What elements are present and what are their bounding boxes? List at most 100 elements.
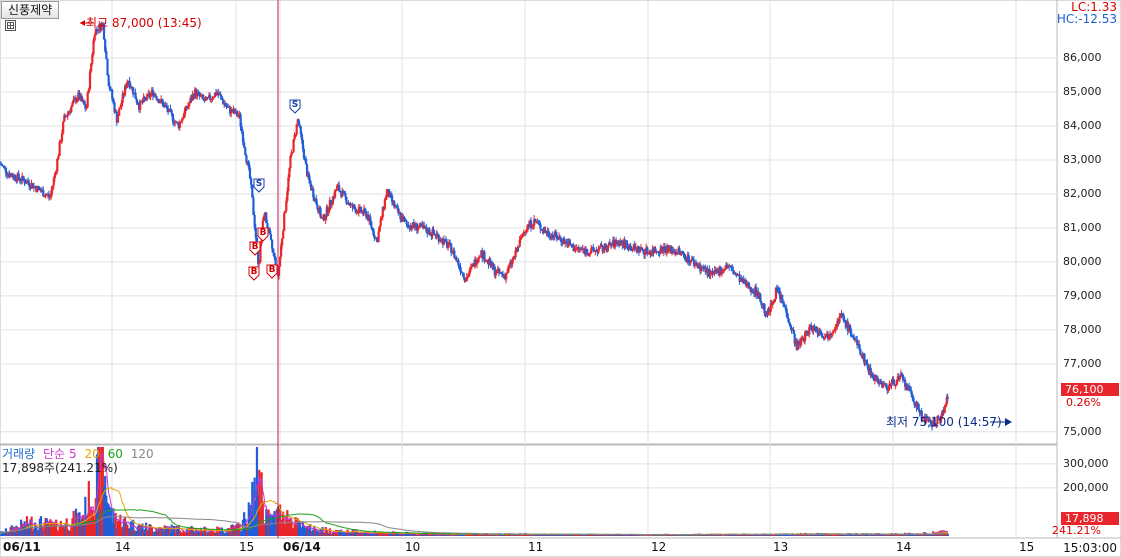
volume-tick-label: 200,000 [1063, 480, 1109, 494]
price-tick-label: 77,000 [1063, 356, 1102, 370]
legend-ma120[interactable]: 120 [131, 447, 154, 461]
price-tick-label: 81,000 [1063, 220, 1102, 234]
candle-body [586, 249, 589, 254]
price-tick-label: 78,000 [1063, 322, 1102, 336]
price-tick-label: 80,000 [1063, 254, 1102, 268]
candle-body [912, 397, 915, 402]
candle-body [212, 97, 215, 99]
candle-body [615, 239, 618, 243]
buy-marker-label: B [252, 242, 259, 252]
candle-body [859, 348, 862, 355]
candle-body [405, 220, 408, 225]
candle-body [118, 108, 121, 116]
volume-legend[interactable]: 거래량 단순 5 20 60 120 [2, 448, 158, 461]
price-tick-label: 84,000 [1063, 119, 1102, 132]
volume-panel [0, 444, 1058, 539]
candle-body [272, 248, 275, 253]
time-axis [0, 537, 1121, 557]
candle-body [62, 121, 65, 134]
current-price-badge: 76,100 [1061, 383, 1119, 396]
candle-body [344, 192, 347, 197]
candle-body [505, 273, 508, 280]
candle-body [890, 382, 893, 386]
candle-body [383, 199, 386, 210]
candle-body [763, 304, 766, 314]
legend-ma20[interactable]: 20 [85, 447, 100, 461]
candle-body [88, 71, 92, 90]
chart-canvas[interactable]: SBBB BS [0, 0, 1121, 557]
grid-toggle-icon[interactable] [5, 20, 16, 31]
volume-value: 17,898주(241.21%) [2, 461, 118, 475]
high-annotation: 최고 87,000 (13:45) [86, 16, 202, 30]
price-change-label: 0.26% [1066, 396, 1101, 409]
date-tick-label: 12 [651, 540, 667, 554]
sell-marker-label: S [256, 179, 262, 189]
price-tick-label: 85,000 [1063, 85, 1102, 99]
price-tick-label: 79,000 [1063, 288, 1102, 302]
date-tick-label: 14 [896, 540, 912, 554]
candle-body [282, 230, 285, 239]
candle-body [298, 124, 301, 127]
candle-body [871, 373, 874, 379]
date-tick-label: 06/11 [3, 540, 41, 554]
time-label: 15:03:00 [1063, 541, 1117, 555]
buy-marker-label: B [260, 228, 267, 238]
candle-body [302, 149, 306, 159]
price-tick-label: 75,000 [1063, 424, 1102, 438]
candle-body [370, 221, 373, 228]
candle-body [105, 51, 108, 60]
sell-marker-label: S [292, 100, 298, 110]
candle-body [57, 155, 60, 159]
buy-marker-label: B [251, 267, 258, 277]
volume-change-label: 241.21% [1052, 524, 1101, 537]
candle-body [416, 228, 420, 231]
candle-body [106, 59, 109, 76]
candle-body [808, 327, 811, 335]
date-tick-label: 11 [528, 540, 544, 554]
price-tick-label: 83,000 [1063, 152, 1102, 166]
candle-body [281, 238, 284, 246]
hc-label: HC:-12.53 [1056, 12, 1117, 26]
candle-body [494, 273, 497, 276]
date-tick-label: 15 [239, 540, 255, 554]
candle-body [327, 210, 330, 214]
chart-root: SBBBBS 신풍제약 LC:1.33 HC:-12.53 최고 87,000 … [0, 0, 1121, 557]
low-annotation: 최저 75,100 (14:57) [886, 415, 1002, 429]
legend-volume[interactable]: 거래량 [2, 447, 35, 461]
candle-body [93, 35, 96, 41]
candle-body [56, 158, 59, 172]
candle-body [92, 40, 95, 55]
date-tick-label: 14 [115, 540, 131, 554]
candle-body [539, 223, 542, 230]
candle-body [590, 247, 593, 253]
stock-name-tab[interactable]: 신풍제약 [1, 1, 60, 19]
date-tick-label: 15 [1019, 540, 1035, 554]
candle-body [188, 103, 191, 107]
candle-body [534, 218, 537, 222]
legend-ma5[interactable]: 5 [69, 447, 77, 461]
candle-body [178, 121, 182, 128]
candle-body [333, 190, 337, 198]
candle-body [894, 385, 897, 387]
candle-body [250, 178, 253, 185]
candle-body [72, 99, 75, 103]
candle-body [86, 92, 89, 108]
legend-simple[interactable]: 단순 [43, 447, 65, 461]
date-tick-label: 13 [773, 540, 789, 554]
legend-ma60[interactable]: 60 [108, 447, 123, 461]
candle-body [604, 243, 607, 250]
candle-body [946, 397, 949, 399]
price-tick-label: 82,000 [1063, 186, 1102, 200]
date-tick-label: 06/14 [283, 540, 321, 554]
candle-body [377, 231, 380, 242]
candle-body [271, 240, 274, 249]
buy-marker-label: B [269, 265, 276, 275]
price-tick-label: 86,000 [1063, 51, 1102, 65]
candle-body [385, 189, 389, 197]
candle-body [116, 115, 120, 123]
volume-tick-label: 300,000 [1063, 456, 1109, 470]
candle-body [678, 248, 681, 251]
candle-body [283, 212, 286, 231]
candle-body [58, 142, 61, 156]
date-tick-label: 10 [405, 540, 421, 554]
